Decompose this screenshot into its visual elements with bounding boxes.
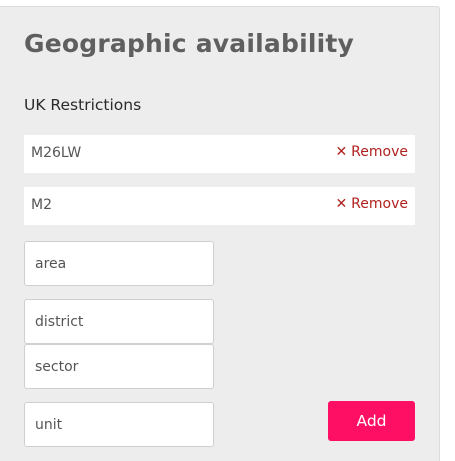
district-field bbox=[24, 299, 214, 344]
unit-field bbox=[24, 402, 214, 447]
district-input[interactable] bbox=[25, 300, 213, 343]
area-input[interactable] bbox=[25, 242, 213, 285]
geographic-availability-panel: Geographic availability UK Restrictions … bbox=[0, 6, 440, 461]
uk-restrictions-label: UK Restrictions bbox=[24, 96, 142, 114]
remove-restriction-button[interactable]: ✕ Remove bbox=[335, 196, 408, 212]
sector-input[interactable] bbox=[25, 345, 213, 388]
restriction-postcode: M2 bbox=[31, 197, 52, 213]
restriction-postcode: M26LW bbox=[31, 145, 82, 161]
unit-input[interactable] bbox=[25, 403, 213, 446]
remove-restriction-button[interactable]: ✕ Remove bbox=[335, 144, 408, 160]
add-button[interactable]: Add bbox=[328, 401, 415, 441]
area-field bbox=[24, 241, 214, 286]
restriction-row: M2 ✕ Remove bbox=[24, 187, 415, 225]
remove-label: Remove bbox=[351, 144, 408, 160]
close-icon: ✕ bbox=[335, 196, 348, 212]
restriction-row: M26LW ✕ Remove bbox=[24, 135, 415, 173]
panel-title: Geographic availability bbox=[24, 29, 355, 58]
close-icon: ✕ bbox=[335, 144, 348, 160]
sector-field bbox=[24, 344, 214, 389]
remove-label: Remove bbox=[351, 196, 408, 212]
